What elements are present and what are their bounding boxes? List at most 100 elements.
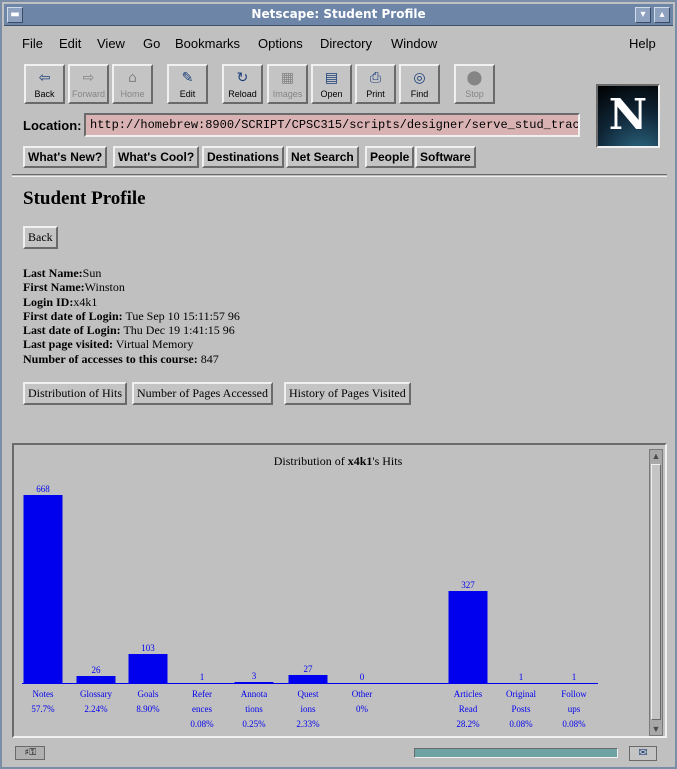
field-accesses: Number of accesses to this course: 847 [23,351,219,366]
hits-chart: Distribution of x4k1's Hits 668 Notes 57.7… [22,454,598,729]
back-button[interactable]: ⇦ Back [24,64,65,104]
menu-go[interactable]: Go [143,36,160,51]
chart-category-label: Original [506,689,536,699]
menu-edit[interactable]: Edit [59,36,81,51]
chart-bar [288,675,328,683]
history-button[interactable]: History of Pages Visited [284,382,411,405]
edit-button-label: Edit [179,89,196,99]
location-label: Location: [23,118,82,133]
chart-category-label: Annota [241,689,268,699]
field-last-name: Last Name:Sun [23,266,102,280]
pages-accessed-button[interactable]: Number of Pages Accessed [132,382,273,405]
menu-view[interactable]: View [97,36,125,51]
chart-category-label: ups [568,704,581,714]
field-first-name: First Name:Winston [23,280,125,295]
chart-value-label: 1 [572,672,577,682]
chart-title: Distribution of x4k1's Hits [274,454,403,468]
reload-icon: ↻ [236,70,249,86]
mail-icon[interactable]: ✉ [629,746,657,761]
security-key-icon[interactable]: ♯⚿ [15,746,45,760]
destinations-button[interactable]: Destinations [202,146,285,168]
chart-category-label: Goals [138,689,159,699]
chart-category-label: Refer [192,689,212,699]
chart-percent-label: 2.33% [296,719,320,729]
chart-category-label: Read [459,704,478,714]
chart-value-label: 327 [461,580,475,590]
chart-category-label: ences [192,704,212,714]
forward-arrow-icon: ⇨ [82,70,95,86]
chart-value-label: 27 [304,664,314,674]
whats-cool-button[interactable]: What's Cool? [113,146,200,168]
chart-value-label: 26 [92,665,102,675]
maximize-icon[interactable]: ▴ [654,7,670,23]
chart-percent-label: 0.08% [562,719,586,729]
open-button[interactable]: ▤ Open [311,64,352,104]
net-search-button[interactable]: Net Search [286,146,359,168]
whats-new-button[interactable]: What's New? [23,146,108,168]
edit-button[interactable]: ✎ Edit [167,64,208,104]
location-input[interactable]: http://homebrew:8900/SCRIPT/CPSC315/scri… [84,113,580,137]
chart-bar [23,495,63,683]
page-title: Student Profile [23,188,146,209]
software-button[interactable]: Software [415,146,476,168]
chart-value-label: 3 [252,671,257,681]
scroll-up-icon[interactable]: ▲ [650,450,662,462]
chart-value-label: 0 [360,672,365,682]
people-button[interactable]: People [365,146,415,168]
pencil-icon: ✎ [181,70,194,86]
menu-file[interactable]: File [22,36,43,51]
vertical-scrollbar[interactable]: ▲ ▼ [649,449,663,736]
chart-value-label: 668 [36,484,50,494]
chart-category-label: Articles [454,689,483,699]
netscape-logo[interactable]: N [596,84,660,148]
chart-percent-label: 8.90% [136,704,160,714]
printer-icon: ⎙ [369,70,382,86]
home-button-label: Home [120,89,145,99]
browser-window: ▬ Netscape: Student Profile ▾ ▴ File Edi… [0,0,677,769]
stop-button[interactable]: ⬤ Stop [454,64,495,104]
menu-bar: File Edit View Go Bookmarks Options Dire… [12,30,665,56]
back-arrow-icon: ⇦ [38,70,51,86]
chart-percent-label: 0.08% [509,719,533,729]
chart-bar [448,591,488,683]
menu-window[interactable]: Window [391,36,437,51]
print-button[interactable]: ⎙ Print [355,64,396,104]
chart-value-label: 1 [519,672,524,682]
minimize-icon[interactable]: ▾ [635,7,651,23]
menu-directory[interactable]: Directory [320,36,372,51]
images-button-label: Images [272,89,303,99]
field-login-id: Login ID:x4k1 [23,294,98,309]
home-button[interactable]: ⌂ Home [112,64,153,104]
field-last-page: Last page visited: Virtual Memory [23,337,194,352]
chart-category-label: Posts [511,704,531,714]
scroll-down-icon[interactable]: ▼ [650,723,662,735]
chart-percent-label: 57.7% [31,704,55,714]
chart-frame: Distribution of x4k1's Hits 668 Notes 57.7… [12,443,667,738]
menu-bookmarks[interactable]: Bookmarks [175,36,240,51]
chart-bars: 668Notes57.7%26Glossary2.24%103Goals8.90… [22,484,598,729]
menu-help[interactable]: Help [629,36,656,51]
chart-percent-label: 2.24% [84,704,108,714]
chart-percent-label: 0.25% [242,719,266,729]
scroll-thumb[interactable] [651,464,661,720]
page-content: Student Profile Back Last Name:Sun First… [12,180,667,442]
back-page-button[interactable]: Back [23,226,58,249]
distribution-of-hits-button[interactable]: Distribution of Hits [23,382,128,405]
reload-button-label: Reload [228,89,257,99]
find-button[interactable]: ◎ Find [399,64,440,104]
chart-category-label: Notes [33,689,54,699]
forward-button[interactable]: ⇨ Forward [68,64,109,104]
chart-category-label: Other [352,689,373,699]
chart-bar [234,682,274,683]
divider [12,174,667,177]
student-info: Last Name:Sun First Name:Winston Login I… [23,266,240,366]
toolbar: ⇦ Back ⇨ Forward ⌂ Home ✎ Edit ↻ Reload … [22,64,582,104]
status-bar: ♯⚿ ✉ [12,744,667,764]
chart-category-label: Quest [298,689,319,699]
back-button-label: Back [34,89,55,99]
menu-options[interactable]: Options [258,36,303,51]
reload-button[interactable]: ↻ Reload [222,64,263,104]
title-bar: ▬ Netscape: Student Profile ▾ ▴ [4,4,673,26]
chart-bar [128,654,168,683]
images-button[interactable]: ▦ Images [267,64,308,104]
